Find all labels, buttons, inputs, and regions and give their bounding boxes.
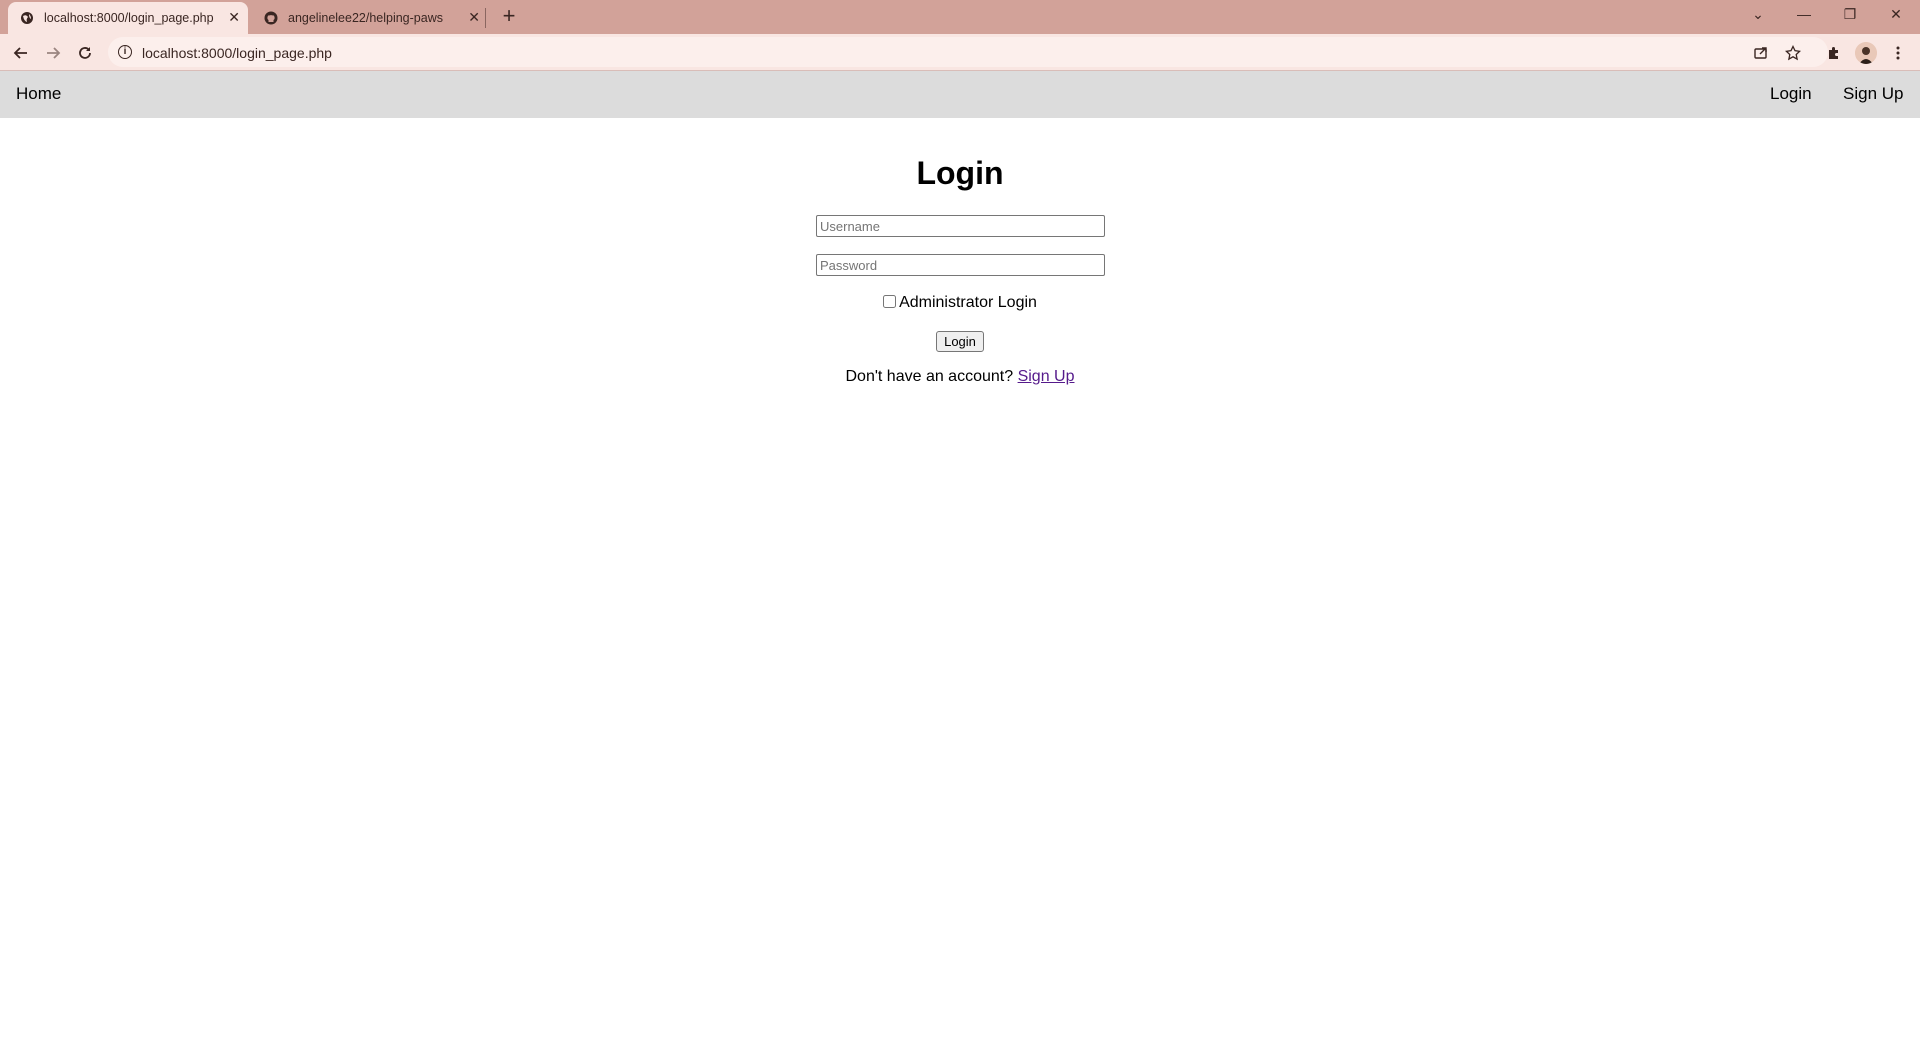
github-icon: [264, 11, 278, 25]
tab-search-dropdown-icon[interactable]: ⌄: [1738, 0, 1778, 30]
back-icon[interactable]: [9, 41, 33, 65]
browser-tab-login[interactable]: localhost:8000/login_page.php ✕: [8, 2, 248, 34]
share-icon[interactable]: [1752, 44, 1770, 62]
close-tab-icon[interactable]: ✕: [468, 9, 480, 25]
profile-avatar[interactable]: [1855, 42, 1877, 64]
restore-button[interactable]: ❐: [1830, 0, 1870, 30]
tab-title: localhost:8000/login_page.php: [44, 11, 214, 25]
reload-icon[interactable]: [73, 41, 97, 65]
site-info-icon[interactable]: i: [118, 45, 132, 59]
forward-icon[interactable]: [41, 41, 65, 65]
extensions-puzzle-icon[interactable]: [1823, 42, 1845, 64]
browser-tabstrip: localhost:8000/login_page.php ✕ angeline…: [0, 0, 1920, 34]
signup-prompt: Don't have an account? Sign Up: [0, 368, 1920, 386]
admin-login-checkbox[interactable]: [883, 295, 897, 308]
close-tab-icon[interactable]: ✕: [228, 9, 240, 25]
new-tab-button[interactable]: +: [498, 5, 520, 28]
address-url: localhost:8000/login_page.php: [142, 45, 332, 61]
minimize-button[interactable]: —: [1784, 0, 1824, 30]
site-navbar: Home Login Sign Up: [0, 71, 1920, 118]
admin-login-row: Administrator Login: [0, 294, 1920, 312]
nav-login-link[interactable]: Login: [1770, 84, 1812, 104]
window-close-button[interactable]: ✕: [1876, 0, 1916, 30]
globe-icon: [20, 11, 34, 25]
password-input[interactable]: [816, 254, 1105, 276]
username-input[interactable]: [816, 215, 1105, 237]
signup-link[interactable]: Sign Up: [1018, 368, 1075, 385]
browser-menu-icon[interactable]: [1887, 42, 1909, 64]
nav-home-link[interactable]: Home: [16, 84, 61, 104]
browser-tab-github[interactable]: angelinelee22/helping-paws ✕: [252, 2, 488, 34]
page-title: Login: [916, 155, 1004, 191]
tab-separator: [485, 8, 486, 28]
login-button[interactable]: Login: [936, 331, 984, 352]
admin-login-label: Administrator Login: [899, 294, 1037, 311]
page-viewport: Home Login Sign Up Login Administrator L…: [0, 71, 1920, 1040]
tab-title: angelinelee22/helping-paws: [288, 11, 443, 25]
browser-toolbar: i localhost:8000/login_page.php: [0, 34, 1920, 71]
bookmark-star-icon[interactable]: [1784, 44, 1802, 62]
nav-signup-link[interactable]: Sign Up: [1843, 84, 1903, 104]
address-bar[interactable]: i localhost:8000/login_page.php: [108, 37, 1828, 67]
no-account-text: Don't have an account?: [845, 368, 1014, 385]
